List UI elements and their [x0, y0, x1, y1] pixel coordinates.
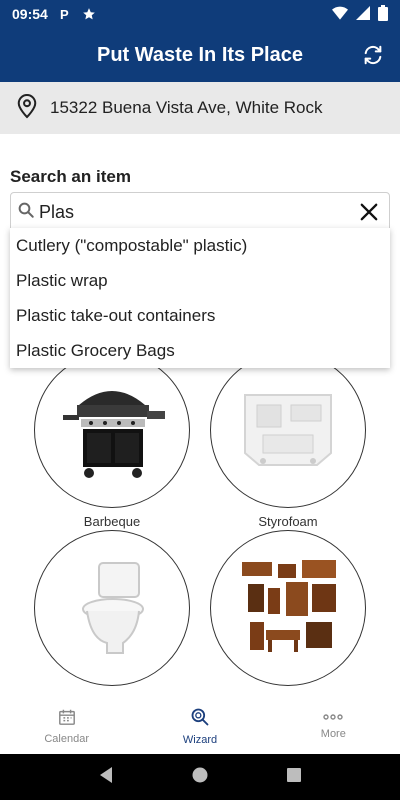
- nav-label-calendar: Calendar: [44, 732, 89, 745]
- item-styrofoam[interactable]: Styrofoam: [210, 352, 366, 529]
- nav-label-more: More: [320, 728, 346, 740]
- status-bar: 09:54 P: [0, 0, 400, 28]
- search-label: Search an item: [10, 167, 131, 186]
- nav-item-more[interactable]: More: [267, 698, 400, 754]
- item-caption: Styrofoam: [258, 514, 318, 529]
- suggestion-item[interactable]: Plastic wrap: [10, 263, 390, 298]
- refresh-icon[interactable]: [360, 42, 386, 68]
- suggestion-list: Cutlery ("compostable" plastic) Plastic …: [10, 228, 390, 368]
- page-title: Put Waste In Its Place: [97, 43, 303, 66]
- nav-item-wizard[interactable]: Wizard: [133, 698, 266, 754]
- calendar-icon: [58, 708, 76, 729]
- address-bar[interactable]: 15322 Buena Vista Ave, White Rock: [0, 82, 400, 134]
- wifi-icon: [332, 6, 348, 23]
- more-dots-icon: [323, 712, 344, 724]
- back-icon[interactable]: [98, 766, 114, 789]
- status-time: 09:54: [12, 6, 48, 22]
- search-box: [10, 192, 390, 232]
- search-icon: [17, 201, 35, 224]
- nav-label-wizard: Wizard: [182, 733, 218, 746]
- wizard-search-icon: [190, 707, 210, 730]
- item-furniture[interactable]: [210, 530, 366, 692]
- suggestion-item[interactable]: Cutlery ("compostable" plastic): [10, 228, 390, 263]
- item-barbeque[interactable]: Barbeque: [34, 352, 190, 529]
- address-text: 15322 Buena Vista Ave, White Rock: [50, 98, 323, 117]
- svg-text:P: P: [60, 7, 69, 21]
- barbeque-image: [34, 352, 190, 508]
- signal-icon: [356, 5, 370, 23]
- recents-icon[interactable]: [286, 767, 302, 788]
- item-caption: Barbeque: [83, 514, 141, 529]
- app-header: Put Waste In Its Place: [0, 28, 400, 82]
- home-icon[interactable]: [191, 766, 209, 789]
- suggestion-item[interactable]: Plastic Grocery Bags: [10, 333, 390, 368]
- nav-item-calendar[interactable]: Calendar: [0, 698, 133, 754]
- location-pin-icon: [16, 93, 38, 124]
- toilet-image: [34, 530, 190, 686]
- suggestion-item[interactable]: Plastic take-out containers: [10, 298, 390, 333]
- furniture-image: [210, 530, 366, 686]
- system-nav-bar: [0, 754, 400, 800]
- item-toilet[interactable]: [34, 530, 190, 692]
- clear-search-icon[interactable]: [349, 192, 389, 232]
- battery-icon: [378, 4, 388, 24]
- star-icon: [82, 7, 96, 21]
- styrofoam-image: [210, 352, 366, 508]
- parking-app-icon: P: [58, 7, 72, 21]
- search-input[interactable]: [39, 201, 349, 223]
- bottom-nav: Calendar Wizard More: [0, 698, 400, 754]
